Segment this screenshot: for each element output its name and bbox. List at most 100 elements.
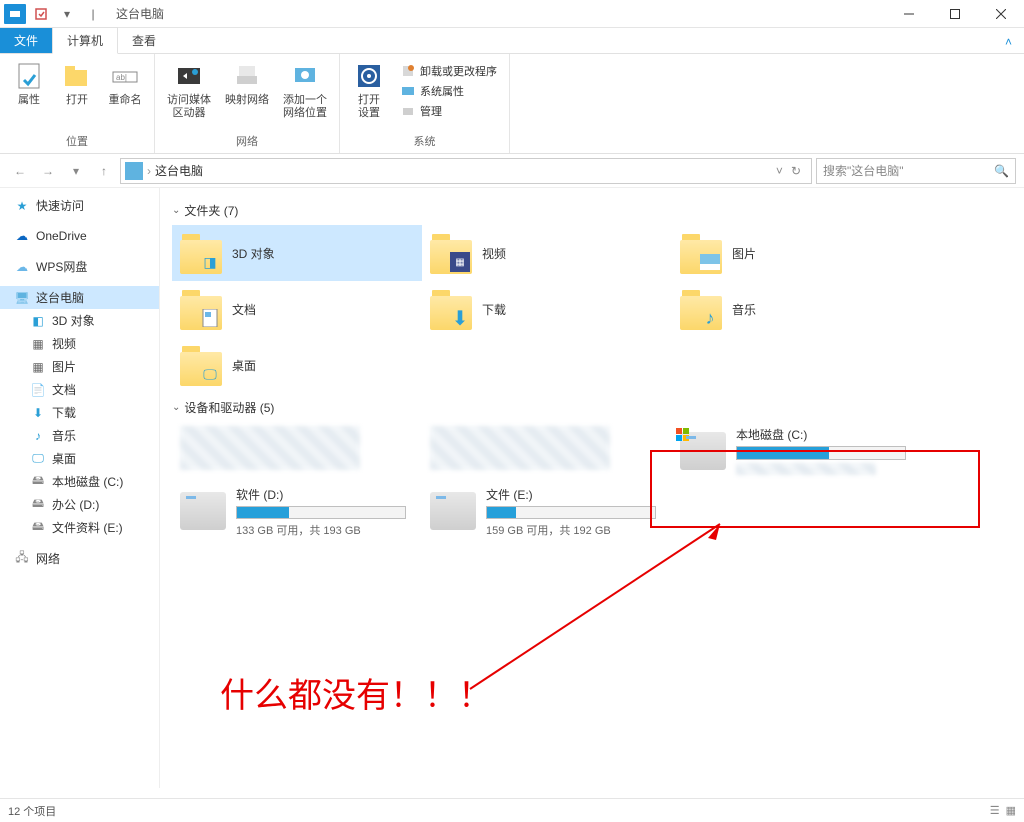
window-title: 这台电脑	[116, 5, 164, 22]
pc-icon	[125, 162, 143, 180]
body: ★快速访问 ☁OneDrive ☁WPS网盘 🖥这台电脑 ◧3D 对象 ▦视频 …	[0, 188, 1024, 788]
manage-button[interactable]: 管理	[396, 102, 501, 120]
picture-icon: ▦	[30, 359, 46, 375]
add-location-button[interactable]: 添加一个网络位置	[279, 58, 331, 122]
folder-documents[interactable]: 文档	[172, 281, 422, 337]
folder-pictures[interactable]: 图片	[672, 225, 922, 281]
ribbon-tabs: 文件 计算机 查看 ˄	[0, 28, 1024, 54]
tab-file[interactable]: 文件	[0, 28, 52, 53]
drive-blurred-2[interactable]	[422, 422, 672, 482]
folder-icon: ♪	[680, 288, 722, 330]
desktop-icon: 🖵	[30, 451, 46, 467]
folder-grid: ◨ 3D 对象 ▦ 视频 图片 文档 ⬇ 下载 ♪ 音乐	[172, 225, 1012, 393]
breadcrumb-location[interactable]: 这台电脑	[155, 162, 203, 179]
nav-recent-dropdown[interactable]: ▾	[64, 159, 88, 183]
close-button[interactable]	[978, 0, 1024, 28]
pc-icon: 🖥	[14, 290, 30, 306]
sidebar-3d-objects[interactable]: ◧3D 对象	[0, 309, 159, 332]
ribbon-group-location: 属性 打开 ab| 重命名 位置	[0, 54, 155, 153]
statusbar: 12 个项目 ☰ ▦	[0, 798, 1024, 822]
settings-icon	[353, 60, 385, 92]
drive-icon: 🖴	[30, 474, 46, 490]
qat-properties-icon[interactable]	[30, 4, 52, 24]
sidebar-office-d[interactable]: 🖴办公 (D:)	[0, 493, 159, 516]
sidebar-downloads[interactable]: ⬇下载	[0, 401, 159, 424]
map-drive-button[interactable]: 映射网络	[221, 58, 273, 109]
sidebar-onedrive[interactable]: ☁OneDrive	[0, 225, 159, 247]
open-icon	[61, 60, 93, 92]
download-icon: ⬇	[30, 405, 46, 421]
sidebar-files-e[interactable]: 🖴文件资料 (E:)	[0, 516, 159, 539]
quick-access-toolbar: ▾ |	[0, 4, 108, 24]
sidebar-documents[interactable]: 📄文档	[0, 378, 159, 401]
view-details-icon[interactable]: ☰	[990, 804, 1000, 817]
system-small-buttons: 卸载或更改程序 系统属性 管理	[396, 58, 501, 120]
annotation-text: 什么都没有！！！	[220, 668, 492, 717]
sidebar-pictures[interactable]: ▦图片	[0, 355, 159, 378]
access-media-button[interactable]: 访问媒体区动器	[163, 58, 215, 122]
properties-icon	[13, 60, 45, 92]
app-icon	[4, 4, 26, 24]
search-input[interactable]: 搜索"这台电脑" 🔍	[816, 158, 1016, 184]
video-icon: ▦	[30, 336, 46, 352]
svg-text:ab|: ab|	[116, 73, 127, 82]
folder-music[interactable]: ♪ 音乐	[672, 281, 922, 337]
nav-back-button[interactable]: ←	[8, 159, 32, 183]
folder-3d-objects[interactable]: ◨ 3D 对象	[172, 225, 422, 281]
sysprops-icon	[400, 83, 416, 99]
minimize-button[interactable]	[886, 0, 932, 28]
star-icon: ★	[14, 198, 30, 214]
sidebar-desktop[interactable]: 🖵桌面	[0, 447, 159, 470]
folder-videos[interactable]: ▦ 视频	[422, 225, 672, 281]
open-settings-button[interactable]: 打开设置	[348, 58, 390, 122]
cube-icon: ◧	[30, 313, 46, 329]
breadcrumb[interactable]: › 这台电脑 ˅ ↻	[120, 158, 812, 184]
folder-downloads[interactable]: ⬇ 下载	[422, 281, 672, 337]
add-location-icon	[289, 60, 321, 92]
search-icon[interactable]: 🔍	[994, 164, 1009, 178]
drive-software-d[interactable]: 软件 (D:) 133 GB 可用，共 193 GB	[172, 482, 422, 542]
maximize-button[interactable]	[932, 0, 978, 28]
sidebar-wps[interactable]: ☁WPS网盘	[0, 255, 159, 278]
open-button[interactable]: 打开	[56, 58, 98, 109]
refresh-icon[interactable]: ↻	[791, 164, 801, 178]
sidebar-music[interactable]: ♪音乐	[0, 424, 159, 447]
breadcrumb-dropdown-icon[interactable]: ˅	[776, 164, 783, 178]
folder-desktop[interactable]: 🖵 桌面	[172, 337, 422, 393]
map-drive-icon	[231, 60, 263, 92]
drive-blurred-1[interactable]	[172, 422, 422, 482]
cloud-icon: ☁	[14, 259, 30, 275]
sidebar-local-c[interactable]: 🖴本地磁盘 (C:)	[0, 470, 159, 493]
rename-icon: ab|	[109, 60, 141, 92]
folder-icon: ▦	[430, 232, 472, 274]
sidebar-network[interactable]: 🖧网络	[0, 547, 159, 570]
sidebar-this-pc[interactable]: 🖥这台电脑	[0, 286, 159, 309]
nav-forward-button[interactable]: →	[36, 159, 60, 183]
drive-icon: 🖴	[30, 497, 46, 513]
system-properties-button[interactable]: 系统属性	[396, 82, 501, 100]
folders-section-header[interactable]: ⌄ 文件夹 (7)	[172, 196, 1012, 225]
drive-icon: 🖴	[30, 520, 46, 536]
uninstall-button[interactable]: 卸载或更改程序	[396, 62, 501, 80]
chevron-down-icon: ⌄	[172, 205, 180, 216]
folder-icon	[680, 232, 722, 274]
folder-icon: ◨	[180, 232, 222, 274]
rename-button[interactable]: ab| 重命名	[104, 58, 146, 109]
document-icon: 📄	[30, 382, 46, 398]
tab-computer[interactable]: 计算机	[52, 27, 118, 54]
help-icon[interactable]: ˄	[993, 31, 1024, 53]
properties-button[interactable]: 属性	[8, 58, 50, 109]
drives-section-header[interactable]: ⌄ 设备和驱动器 (5)	[172, 393, 1012, 422]
navbar: ← → ▾ ↑ › 这台电脑 ˅ ↻ 搜索"这台电脑" 🔍	[0, 154, 1024, 188]
view-tiles-icon[interactable]: ▦	[1006, 804, 1016, 817]
media-icon	[173, 60, 205, 92]
sidebar-videos[interactable]: ▦视频	[0, 332, 159, 355]
tab-view[interactable]: 查看	[118, 28, 170, 53]
ribbon-group-network: 访问媒体区动器 映射网络 添加一个网络位置 网络	[155, 54, 340, 153]
sidebar-quick-access[interactable]: ★快速访问	[0, 194, 159, 217]
nav-up-button[interactable]: ↑	[92, 159, 116, 183]
cloud-icon: ☁	[14, 228, 30, 244]
qat-dropdown-icon[interactable]: ▾	[56, 4, 78, 24]
window-controls	[886, 0, 1024, 28]
ribbon-group-system: 打开设置 卸载或更改程序 系统属性 管理 系统	[340, 54, 510, 153]
